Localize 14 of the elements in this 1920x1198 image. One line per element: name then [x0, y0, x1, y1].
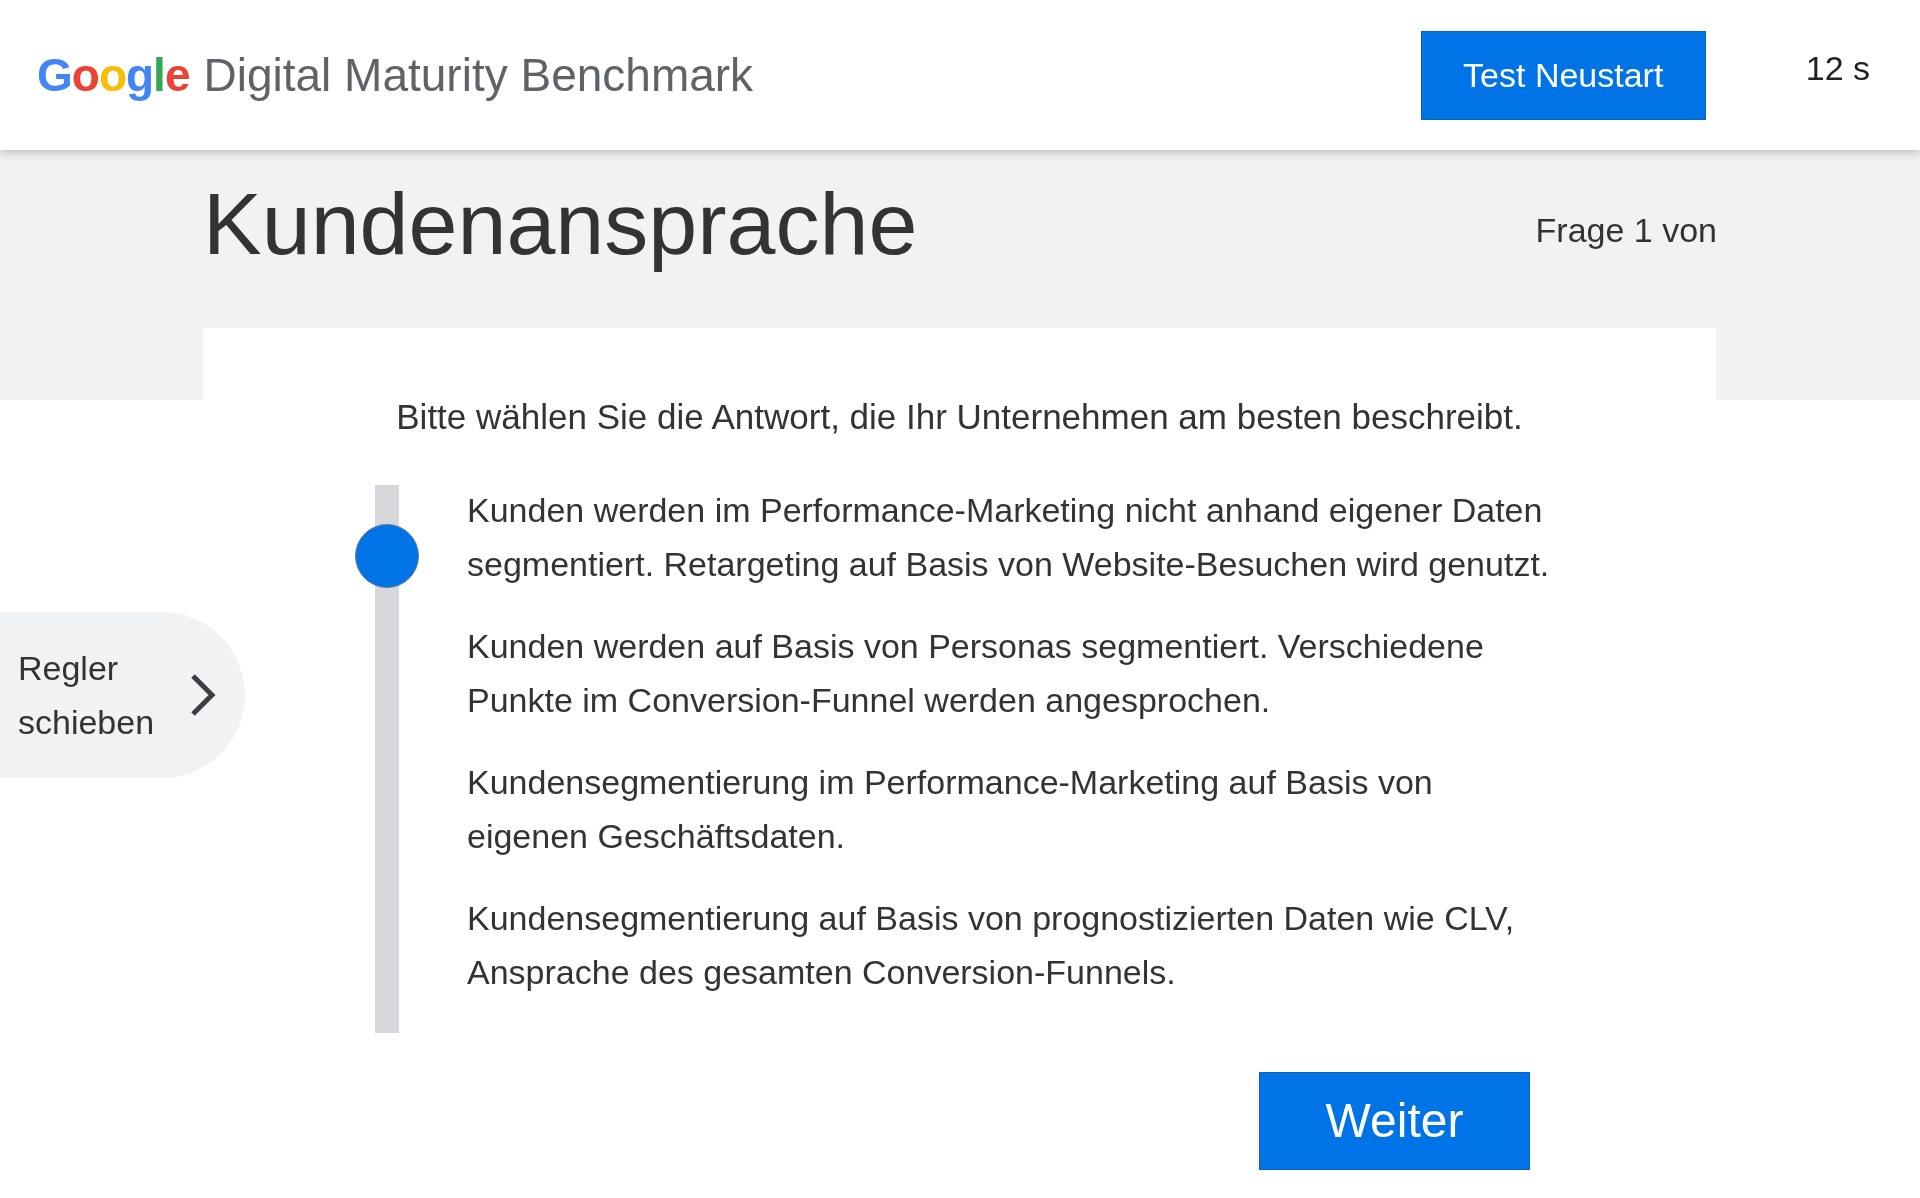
- instruction-text: Bitte wählen Sie die Antwort, die Ihr Unternehmen am besten beschreibt.: [395, 396, 1524, 438]
- chevron-right-icon: [190, 673, 216, 717]
- slide-hint-label: Regler schieben: [18, 648, 156, 743]
- answer-option[interactable]: Kunden werden auf Basis von Personas segmentiert. Verschiedene Punkte im Conversion-Funnel werden angesprochen.: [467, 619, 1557, 727]
- answer-option[interactable]: Kunden werden im Performance-Marketing nicht anhand eigener Daten segmentiert. Retargeting auf Basis von Website-Besuchen wird genutzt.: [467, 483, 1557, 591]
- logo: Google: [37, 47, 190, 103]
- answer-option[interactable]: Kundensegmentierung auf Basis von prognostizierten Daten wie CLV, Ansprache des gesamten Conversion-Funnels.: [467, 891, 1557, 999]
- answer-option[interactable]: Kundensegmentierung im Performance-Marketing auf Basis von eigenen Geschäftsdaten.: [467, 755, 1557, 863]
- slide-hint-tab[interactable]: Regler schieben: [0, 612, 245, 778]
- product-name: Digital Maturity Benchmark: [203, 47, 754, 103]
- timer: 12 s: [1805, 47, 1870, 89]
- restart-button[interactable]: Test Neustart: [1420, 30, 1706, 120]
- question-counter: Frage 1 von: [1535, 210, 1717, 251]
- next-button[interactable]: Weiter: [1259, 1072, 1530, 1170]
